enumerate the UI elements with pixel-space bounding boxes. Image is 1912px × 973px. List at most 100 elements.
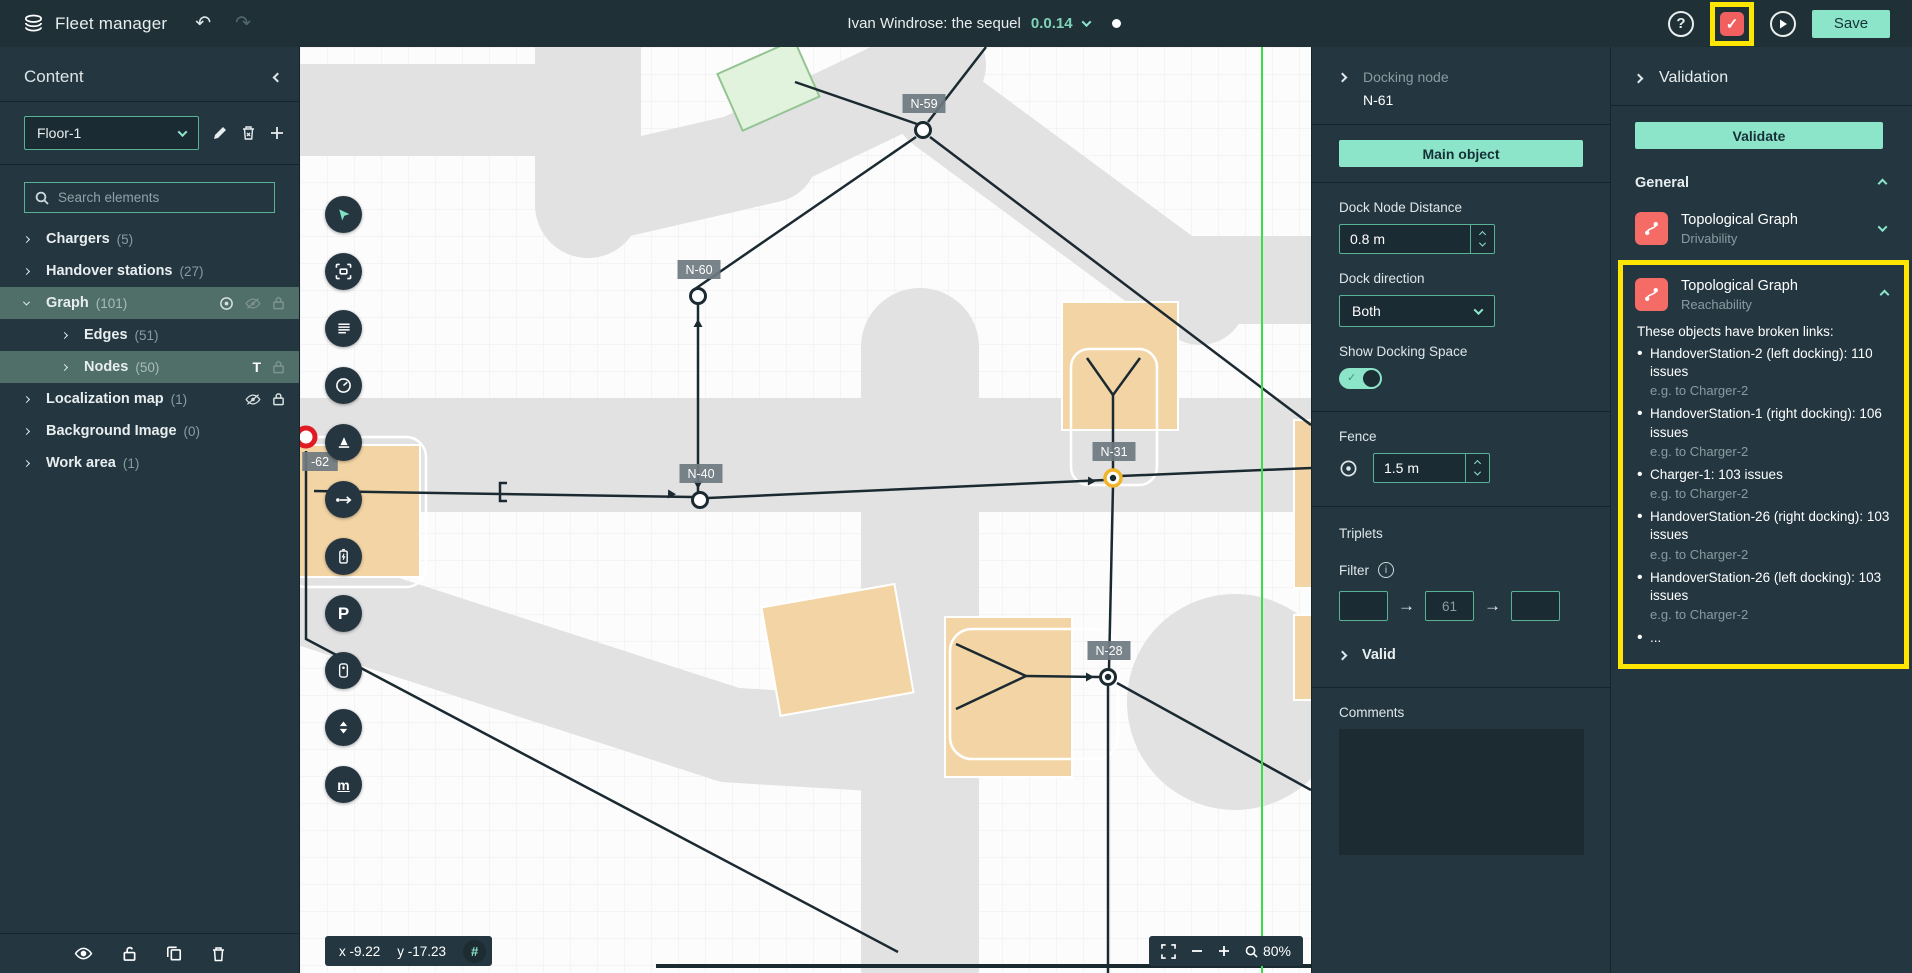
tool-one-way-button[interactable] (325, 481, 362, 518)
broken-link-title: HandoverStation-1 (right docking): 106 i… (1650, 405, 1890, 441)
node-label: N-59 (910, 97, 937, 111)
zoom-out-icon[interactable] (1191, 945, 1203, 957)
delete-icon[interactable] (211, 946, 226, 962)
broken-link-item: ... (1637, 629, 1890, 647)
run-simulation-icon[interactable] (1770, 11, 1796, 37)
valid-section-toggle[interactable]: Valid (1339, 641, 1583, 685)
lock-unlock-icon[interactable] (122, 945, 137, 962)
validation-checkbox-icon[interactable]: ✓ (1720, 12, 1744, 36)
sidebar-item-graph[interactable]: Graph(101) (0, 287, 299, 319)
fence-target-icon[interactable] (1339, 459, 1358, 478)
add-floor-icon[interactable] (269, 125, 285, 141)
help-icon[interactable]: ? (1668, 11, 1694, 37)
search-input[interactable] (58, 190, 258, 205)
chevron-right-icon[interactable] (23, 427, 30, 434)
main-object-button[interactable]: Main object (1339, 140, 1583, 167)
map-canvas[interactable]: N-59N-60N-40N-31N-28-62 Pm x -9.22 y -17… (300, 47, 1311, 973)
target-icon[interactable] (219, 296, 234, 311)
edit-floor-icon[interactable] (212, 125, 228, 141)
tool-obstacle-button[interactable] (325, 424, 362, 461)
collapse-sidebar-icon[interactable] (273, 72, 283, 82)
save-button[interactable]: Save (1812, 10, 1890, 38)
tool-elevation-button[interactable] (325, 709, 362, 746)
sidebar-item-edges[interactable]: Edges(51) (0, 319, 299, 351)
dock-direction-select[interactable]: Both (1339, 295, 1495, 327)
version-chevron-down-icon[interactable] (1081, 17, 1091, 27)
node-circle[interactable] (691, 289, 706, 304)
node-circle[interactable] (916, 123, 931, 138)
map-svg: N-59N-60N-40N-31N-28-62 (300, 47, 1311, 973)
chevron-right-icon[interactable] (23, 459, 30, 466)
chevron-right-icon[interactable] (23, 395, 30, 402)
lock-icon[interactable] (272, 296, 285, 310)
search-icon (35, 191, 49, 205)
tool-parking-button[interactable]: P (325, 595, 362, 632)
sidebar-item-localization-map[interactable]: Localization map(1) (0, 383, 299, 415)
broken-link-item: HandoverStation-2 (left docking): 110 is… (1637, 345, 1890, 398)
chevron-right-icon[interactable] (61, 363, 68, 370)
zoom-level-control[interactable]: 80% (1245, 943, 1291, 959)
chevron-right-icon[interactable] (61, 331, 68, 338)
fence-stepper[interactable]: 1.5 m (1373, 453, 1490, 483)
eye-off-icon[interactable] (245, 393, 261, 406)
tool-fit-view-button[interactable] (325, 253, 362, 290)
show-hide-icon[interactable] (74, 946, 93, 961)
eye-off-icon[interactable] (245, 297, 261, 310)
grid-toggle-icon[interactable]: # (463, 940, 486, 963)
tool-charger-button[interactable] (325, 538, 362, 575)
general-group-toggle[interactable]: General (1611, 155, 1912, 201)
floor-select[interactable]: Floor-1 (24, 116, 199, 150)
text-icon[interactable]: T (252, 359, 261, 375)
sidebar-item-chargers[interactable]: Chargers(5) (0, 223, 299, 255)
broken-link-item: HandoverStation-26 (left docking): 103 i… (1637, 569, 1890, 622)
properties-collapse-icon[interactable] (1338, 73, 1348, 83)
sidebar-item-nodes[interactable]: Nodes(50)T (0, 351, 299, 383)
fit-screen-icon[interactable] (1161, 944, 1176, 959)
tool-measure-button[interactable]: m (325, 766, 362, 803)
fence-increase-icon[interactable] (1474, 459, 1481, 466)
tree-item-count: (50) (135, 360, 159, 375)
check-reachability[interactable]: Topological Graph Reachability (1623, 269, 1904, 318)
zoom-in-icon[interactable] (1218, 945, 1230, 957)
chevron-down-icon[interactable] (23, 298, 30, 305)
validate-button[interactable]: Validate (1635, 122, 1883, 149)
node-label: N-28 (1095, 644, 1122, 658)
tool-speed-gauge-button[interactable] (325, 367, 362, 404)
sidebar-item-background-image[interactable]: Background Image(0) (0, 415, 299, 447)
tool-select-button[interactable] (325, 196, 362, 233)
check-drivability[interactable]: Topological Graph Drivability (1611, 201, 1912, 256)
dock-distance-stepper[interactable]: 0.8 m (1339, 224, 1495, 254)
dock-distance-increase-icon[interactable] (1479, 230, 1486, 237)
tool-layers-button[interactable] (325, 310, 362, 347)
lock-icon[interactable] (272, 392, 285, 406)
redo-icon[interactable]: ↷ (235, 12, 251, 35)
chevron-right-icon[interactable] (23, 235, 30, 242)
show-docking-label: Show Docking Space (1339, 344, 1583, 359)
filter-info-icon[interactable]: i (1378, 562, 1394, 578)
comments-textarea[interactable] (1339, 729, 1584, 855)
project-title: Ivan Windrose: the sequel (847, 15, 1020, 32)
floor-select-value: Floor-1 (37, 125, 81, 141)
delete-floor-icon[interactable] (241, 125, 256, 141)
tree-item-label: Chargers (46, 231, 110, 247)
sidebar-item-handover-stations[interactable]: Handover stations(27) (0, 255, 299, 287)
triplet-current-input[interactable]: 61 (1425, 591, 1474, 621)
dock-direction-label: Dock direction (1339, 271, 1583, 286)
show-docking-toggle[interactable]: ✓ (1339, 368, 1382, 389)
tree-item-label: Handover stations (46, 263, 173, 279)
undo-icon[interactable]: ↶ (195, 12, 211, 35)
lock-icon[interactable] (272, 360, 285, 374)
node-circle[interactable] (693, 493, 708, 508)
validation-collapse-icon[interactable] (1634, 73, 1644, 83)
duplicate-icon[interactable] (166, 945, 182, 962)
chevron-right-icon[interactable] (23, 267, 30, 274)
tree-item-label: Localization map (46, 391, 164, 407)
sidebar-item-work-area[interactable]: Work area(1) (0, 447, 299, 479)
triplet-to-input[interactable] (1511, 591, 1560, 621)
triplet-from-input[interactable] (1339, 591, 1388, 621)
dock-distance-decrease-icon[interactable] (1479, 239, 1486, 246)
node-circle[interactable] (300, 428, 315, 446)
fence-decrease-icon[interactable] (1474, 468, 1481, 475)
tool-handover-button[interactable] (325, 652, 362, 689)
project-version[interactable]: 0.0.14 (1031, 15, 1073, 32)
